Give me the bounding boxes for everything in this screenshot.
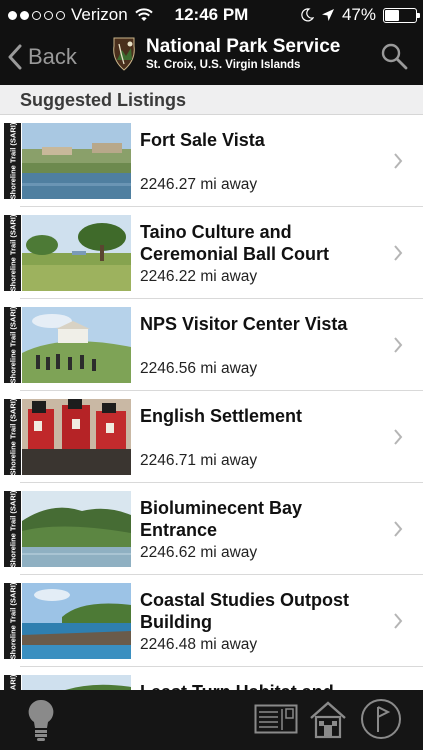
trail-tag: Shoreline Trail (SARI) [4,123,21,199]
listing-name: Taino Culture and Ceremonial Ball Court [140,222,330,264]
listing-name: Coastal Studies Outpost Building [140,590,350,632]
list-item[interactable]: Shoreline Trail (SARI) Taino Culture and… [0,207,423,299]
listing-thumbnail [22,307,131,383]
list-item[interactable]: Shoreline Trail (SARI) English Settlemen… [0,391,423,483]
nps-header: National Park Service St. Croix, U.S. Vi… [110,36,340,72]
house-icon[interactable] [308,699,348,739]
listing-thumbnail [22,675,131,690]
listing-name: English Settlement [140,406,303,426]
listings-list[interactable]: Shoreline Trail (SARI) Fort Sale Vista 2… [0,115,423,690]
listing-distance: 2246.22 mi away [140,268,258,285]
trail-tag: Shoreline Trail (SARI) [4,399,21,475]
section-header: Suggested Listings [0,85,423,115]
lightbulb-icon[interactable] [26,698,56,742]
battery-icon [383,7,420,23]
list-item[interactable]: Shoreline Trail (SARI) NPS Visitor Cente… [0,299,423,391]
listing-name: Fort Sale Vista [140,130,265,150]
nps-arrowhead-logo [113,37,135,71]
listing-distance: 2246.71 mi away [140,452,258,469]
listing-name: Least Turn Habitat and [140,681,380,690]
battery-percent: 47% [341,5,376,24]
section-title: Suggested Listings [20,90,187,110]
trail-tag: Shoreline Trail (SARI) [4,307,21,383]
list-item[interactable]: Shoreline Trail (SARI) Coastal Studies O… [0,575,423,667]
listing-name: Bioluminecent Bay Entrance [140,498,303,540]
postcard-icon[interactable] [254,704,298,734]
listing-thumbnail [22,491,131,567]
chevron-left-icon [8,44,22,70]
listing-thumbnail [22,399,131,475]
listing-thumbnail [22,215,131,291]
listing-thumbnail [22,123,131,199]
listing-distance: 2246.62 mi away [140,544,258,561]
app-subtitle: St. Croix, U.S. Virgin Islands [146,59,301,71]
back-label: Back [28,44,77,69]
listing-name: NPS Visitor Center Vista [140,314,348,334]
listing-distance: 2246.27 mi away [140,176,258,193]
trail-tag: Shoreline Trail (SARI) [4,675,21,690]
flag-icon[interactable] [360,698,402,740]
chevron-right-icon [394,613,403,629]
status-bar: Verizon 12:46 PM 47% [0,0,423,30]
chevron-right-icon [394,521,403,537]
chevron-right-icon [394,245,403,261]
back-button[interactable]: Back [8,38,77,76]
trail-tag: Shoreline Trail (SARI) [4,491,21,567]
list-item[interactable]: Shoreline Trail (SARI) Bioluminecent Bay… [0,483,423,575]
location-arrow-icon [321,9,334,21]
tab-bar [0,690,423,750]
listing-thumbnail [22,583,131,659]
trail-tag: Shoreline Trail (SARI) [4,215,21,291]
moon-icon [301,8,314,22]
chevron-right-icon [394,429,403,445]
listing-distance: 2246.48 mi away [140,636,258,653]
search-icon[interactable] [379,41,409,71]
navigation-bar: Back National Park Service St. Croix, U.… [0,30,423,85]
list-item[interactable]: Shoreline Trail (SARI) Fort Sale Vista 2… [0,115,423,207]
listing-distance: 2246.56 mi away [140,360,258,377]
chevron-right-icon [394,153,403,169]
list-item[interactable]: Shoreline Trail (SARI) Least Turn Habita… [0,667,423,690]
chevron-right-icon [394,337,403,353]
app-title: National Park Service [146,36,341,57]
trail-tag: Shoreline Trail (SARI) [4,583,21,659]
